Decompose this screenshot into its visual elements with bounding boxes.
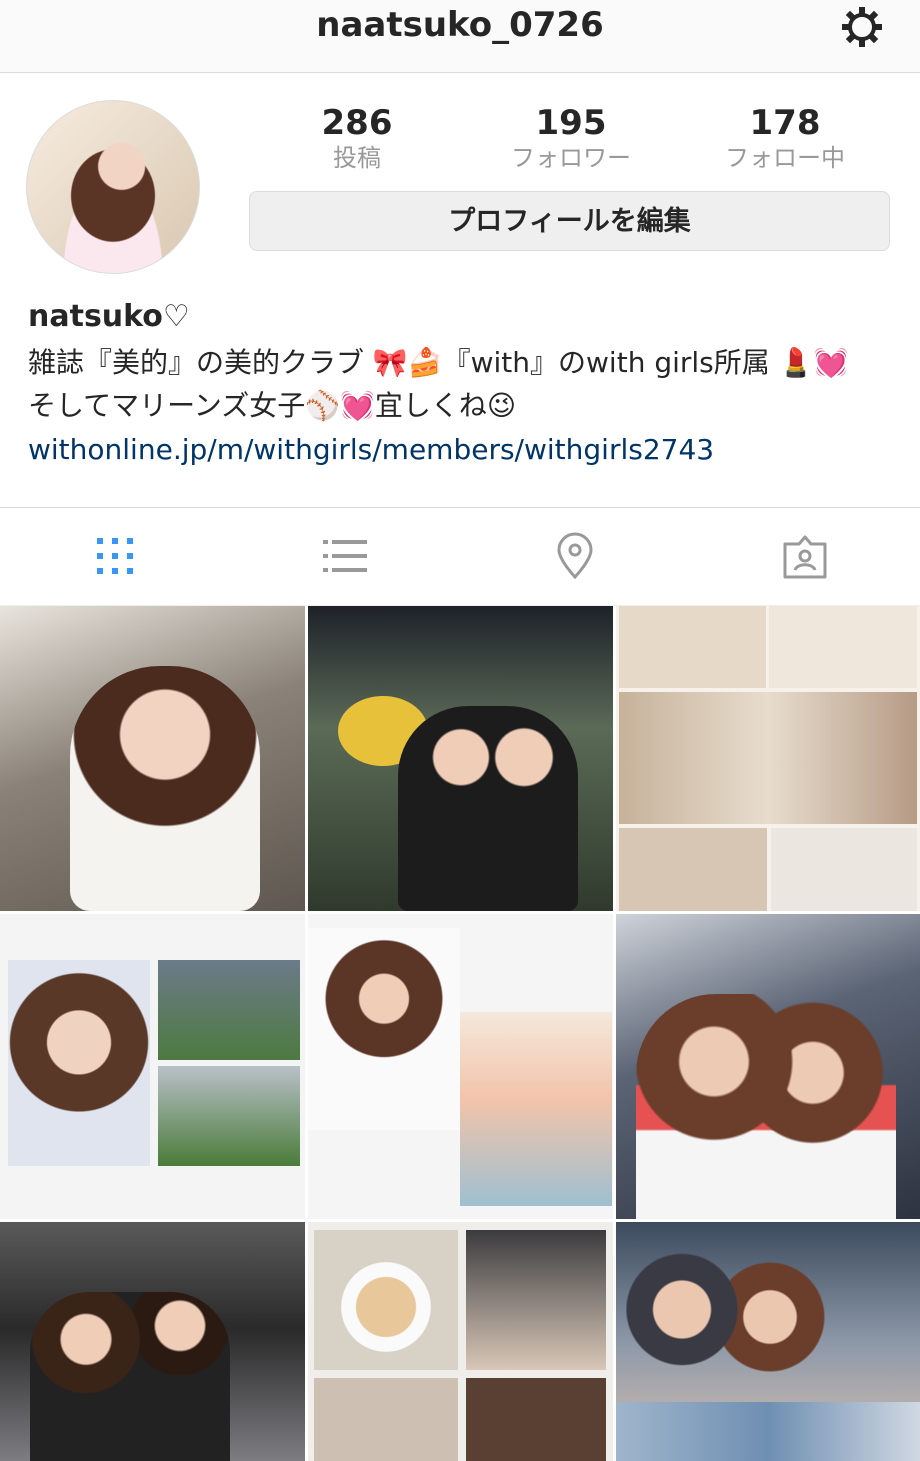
profile-avatar[interactable] xyxy=(26,100,200,274)
posts-count: 286 xyxy=(321,103,393,143)
profile-bio: 雑誌『美的』の美的クラブ 🎀🍰『with』のwith girls所属 💄💓 そし… xyxy=(28,341,908,427)
followers-count: 195 xyxy=(535,103,607,143)
following-label: フォロー中 xyxy=(725,144,845,172)
post-thumbnail[interactable] xyxy=(308,1222,613,1461)
list-icon[interactable] xyxy=(321,532,369,580)
following-count-stat[interactable]: 178 フォロー中 xyxy=(678,101,892,171)
post-thumbnail[interactable] xyxy=(0,606,305,911)
bio-line-2: そしてマリーンズ女子⚾💓宜しくね😉 xyxy=(28,389,517,422)
edit-profile-button[interactable]: プロフィールを編集 xyxy=(249,191,890,251)
location-pin-icon[interactable] xyxy=(551,532,599,580)
post-thumbnail[interactable] xyxy=(308,914,613,1219)
display-name: natsuko♡ xyxy=(28,299,190,334)
profile-view-tabs xyxy=(0,507,920,606)
post-thumbnail[interactable] xyxy=(616,914,920,1219)
posts-grid xyxy=(0,604,920,1461)
following-count: 178 xyxy=(749,103,821,143)
profile-stats: 286 投稿 195 フォロワー 178 フォロー中 xyxy=(250,101,891,171)
post-thumbnail[interactable] xyxy=(0,914,305,1219)
bio-line-1: 雑誌『美的』の美的クラブ 🎀🍰『with』のwith girls所属 💄💓 xyxy=(28,346,849,379)
tagged-icon[interactable] xyxy=(781,532,829,580)
website-link[interactable]: withonline.jp/m/withgirls/members/withgi… xyxy=(28,433,714,466)
followers-count-stat[interactable]: 195 フォロワー xyxy=(464,101,678,171)
posts-count-stat[interactable]: 286 投稿 xyxy=(250,101,464,171)
profile-header: 286 投稿 195 フォロワー 178 フォロー中 プロフィールを編集 nat… xyxy=(0,73,920,506)
post-thumbnail[interactable] xyxy=(308,606,613,911)
username-title: naatsuko_0726 xyxy=(316,5,604,45)
followers-label: フォロワー xyxy=(511,144,631,172)
post-thumbnail[interactable] xyxy=(616,606,920,911)
top-navigation-bar: naatsuko_0726 xyxy=(0,0,920,73)
posts-label: 投稿 xyxy=(333,144,381,172)
post-thumbnail[interactable] xyxy=(616,1222,920,1461)
post-thumbnail[interactable] xyxy=(0,1222,305,1461)
settings-gear-icon[interactable] xyxy=(838,3,886,51)
grid-icon[interactable] xyxy=(91,532,139,580)
